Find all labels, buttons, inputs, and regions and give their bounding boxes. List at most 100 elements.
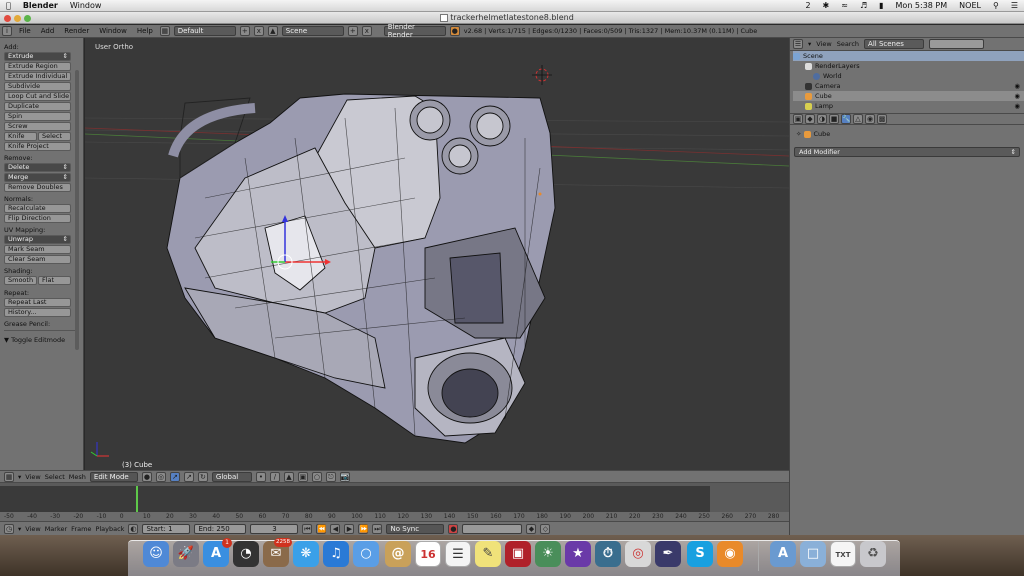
- layout-select[interactable]: Default: [173, 26, 236, 36]
- object-tab-icon[interactable]: ■: [829, 114, 839, 124]
- messages-icon[interactable]: ○: [353, 541, 379, 567]
- 3d-cursor-icon[interactable]: [532, 65, 552, 85]
- render-preview-icon[interactable]: 📷: [339, 471, 350, 482]
- outliner-filter-select[interactable]: All Scenes: [864, 39, 925, 49]
- merge-button[interactable]: Merge ⇕: [4, 173, 71, 182]
- face-select-icon[interactable]: ▲: [283, 471, 294, 482]
- editor-type-info-icon[interactable]: i: [2, 26, 12, 36]
- applications-folder-icon[interactable]: A: [770, 541, 796, 567]
- bluetooth-icon[interactable]: ✱: [817, 1, 836, 10]
- orientation-select[interactable]: Global: [211, 471, 252, 482]
- menu-marker[interactable]: Marker: [45, 525, 67, 533]
- flip-direction-button[interactable]: Flip Direction: [4, 214, 71, 223]
- knife-select-button[interactable]: Select: [38, 132, 71, 141]
- current-frame-line[interactable]: [136, 486, 138, 512]
- zoom-icon[interactable]: [24, 15, 31, 22]
- mode-select[interactable]: Edit Mode: [89, 471, 138, 482]
- viewport-shading-icon[interactable]: ●: [141, 471, 152, 482]
- outliner-view-menu[interactable]: View: [816, 40, 831, 48]
- next-keyframe-icon[interactable]: ⏩: [358, 523, 369, 534]
- extrude-button[interactable]: Extrude ⇕: [4, 52, 71, 61]
- recalculate-button[interactable]: Recalculate: [4, 204, 71, 213]
- outliner-item-scene[interactable]: Scene: [793, 51, 1024, 61]
- smooth-button[interactable]: Smooth: [4, 276, 37, 285]
- scene-add-button[interactable]: +: [347, 26, 358, 36]
- modifiers-tab-icon[interactable]: 🔧: [841, 114, 851, 124]
- outliner-item-world[interactable]: World: [793, 71, 1024, 81]
- start-frame-field[interactable]: Start: 1: [142, 523, 191, 534]
- menu-view[interactable]: View: [25, 473, 40, 481]
- history-button[interactable]: History...: [4, 308, 71, 317]
- add-modifier-select[interactable]: Add Modifier ⇕: [794, 147, 1020, 157]
- current-frame-field[interactable]: 3: [250, 523, 299, 534]
- remove-doubles-button[interactable]: Remove Doubles: [4, 183, 71, 192]
- outliner-editor-icon[interactable]: ☰: [793, 39, 803, 49]
- finder-icon[interactable]: ☺: [143, 541, 169, 567]
- trash-icon[interactable]: ♻: [860, 541, 886, 567]
- user-name[interactable]: NOEL: [953, 1, 987, 10]
- menu-help[interactable]: Help: [134, 27, 156, 35]
- documents-folder-icon[interactable]: □: [800, 541, 826, 567]
- outliner-item-camera[interactable]: Camera ◉: [793, 81, 1024, 91]
- toolbar-scrollbar[interactable]: [75, 70, 79, 350]
- dashboard-icon[interactable]: ◔: [233, 541, 259, 567]
- menu-frame[interactable]: Frame: [71, 525, 91, 533]
- apple-menu-icon[interactable]: : [0, 1, 17, 10]
- spin-button[interactable]: Spin: [4, 112, 71, 121]
- visibility-eye-icon[interactable]: ◉: [1014, 92, 1020, 100]
- iphoto-icon[interactable]: ☀: [535, 541, 561, 567]
- preview-range-icon[interactable]: ◐: [128, 523, 139, 534]
- scene-select[interactable]: Scene: [281, 26, 344, 36]
- menu-window[interactable]: Window: [96, 27, 130, 35]
- outliner-search-menu[interactable]: Search: [837, 40, 859, 48]
- render-engine-select[interactable]: Blender Render: [383, 23, 446, 39]
- mark-seam-button[interactable]: Mark Seam: [4, 245, 71, 254]
- outliner-collapse-icon[interactable]: ▾: [808, 40, 811, 48]
- extrude-individual-button[interactable]: Extrude Individual: [4, 72, 71, 81]
- manipulator-toggle-icon[interactable]: ↗: [169, 471, 180, 482]
- scene-icon[interactable]: ▲: [267, 26, 278, 36]
- close-icon[interactable]: [4, 15, 11, 22]
- delete-keyframe-icon[interactable]: ◇: [540, 523, 551, 534]
- material-tab-icon[interactable]: ◉: [865, 114, 875, 124]
- reminders-icon[interactable]: ☰: [445, 541, 471, 567]
- notes-icon[interactable]: ✎: [475, 541, 501, 567]
- txt-file-icon[interactable]: TXT: [830, 541, 856, 567]
- record-icon[interactable]: ●: [448, 523, 459, 534]
- menu-render[interactable]: Render: [61, 27, 92, 35]
- translate-manipulator-icon[interactable]: ↗: [183, 471, 194, 482]
- pivot-point-icon[interactable]: ◎: [155, 471, 166, 482]
- scene-tab-icon[interactable]: ◆: [805, 114, 815, 124]
- safari-icon[interactable]: ❋: [293, 541, 319, 567]
- delete-button[interactable]: Delete ⇕: [4, 163, 71, 172]
- layout-add-button[interactable]: +: [239, 26, 250, 36]
- snap-icon[interactable]: ⎋: [325, 471, 336, 482]
- knife-button[interactable]: Knife: [4, 132, 37, 141]
- wifi-icon[interactable]: ≈: [835, 1, 854, 10]
- contacts-icon[interactable]: @: [385, 541, 411, 567]
- loop-cut-button[interactable]: Loop Cut and Slide: [4, 92, 71, 101]
- menu-window[interactable]: Window: [64, 1, 108, 10]
- outliner-item-cube[interactable]: Cube ◉: [793, 91, 1024, 101]
- flat-button[interactable]: Flat: [38, 276, 71, 285]
- app-menu-blender[interactable]: Blender: [17, 1, 64, 10]
- outliner-search-input[interactable]: [929, 39, 985, 49]
- imovie-icon[interactable]: ★: [565, 541, 591, 567]
- edge-select-icon[interactable]: ∕: [269, 471, 280, 482]
- sync-mode-select[interactable]: No Sync: [386, 523, 445, 534]
- menu-file[interactable]: File: [16, 27, 34, 35]
- blender-dock-icon[interactable]: ◉: [717, 541, 743, 567]
- proportional-edit-icon[interactable]: ○: [311, 471, 322, 482]
- notification-icon[interactable]: ☰: [1005, 1, 1024, 10]
- data-tab-icon[interactable]: △: [853, 114, 863, 124]
- duplicate-button[interactable]: Duplicate: [4, 102, 71, 111]
- menu-mesh[interactable]: Mesh: [69, 473, 86, 481]
- outliner-item-renderlayers[interactable]: RenderLayers: [793, 61, 1024, 71]
- jump-end-icon[interactable]: ⏭: [372, 523, 383, 534]
- spotlight-icon[interactable]: ⚲: [987, 1, 1005, 10]
- time-machine-icon[interactable]: ⏱: [595, 541, 621, 567]
- occlude-geometry-icon[interactable]: ▣: [297, 471, 308, 482]
- status-badge-count[interactable]: 2: [799, 1, 816, 10]
- visibility-eye-icon[interactable]: ◉: [1014, 102, 1020, 110]
- clear-seam-button[interactable]: Clear Seam: [4, 255, 71, 264]
